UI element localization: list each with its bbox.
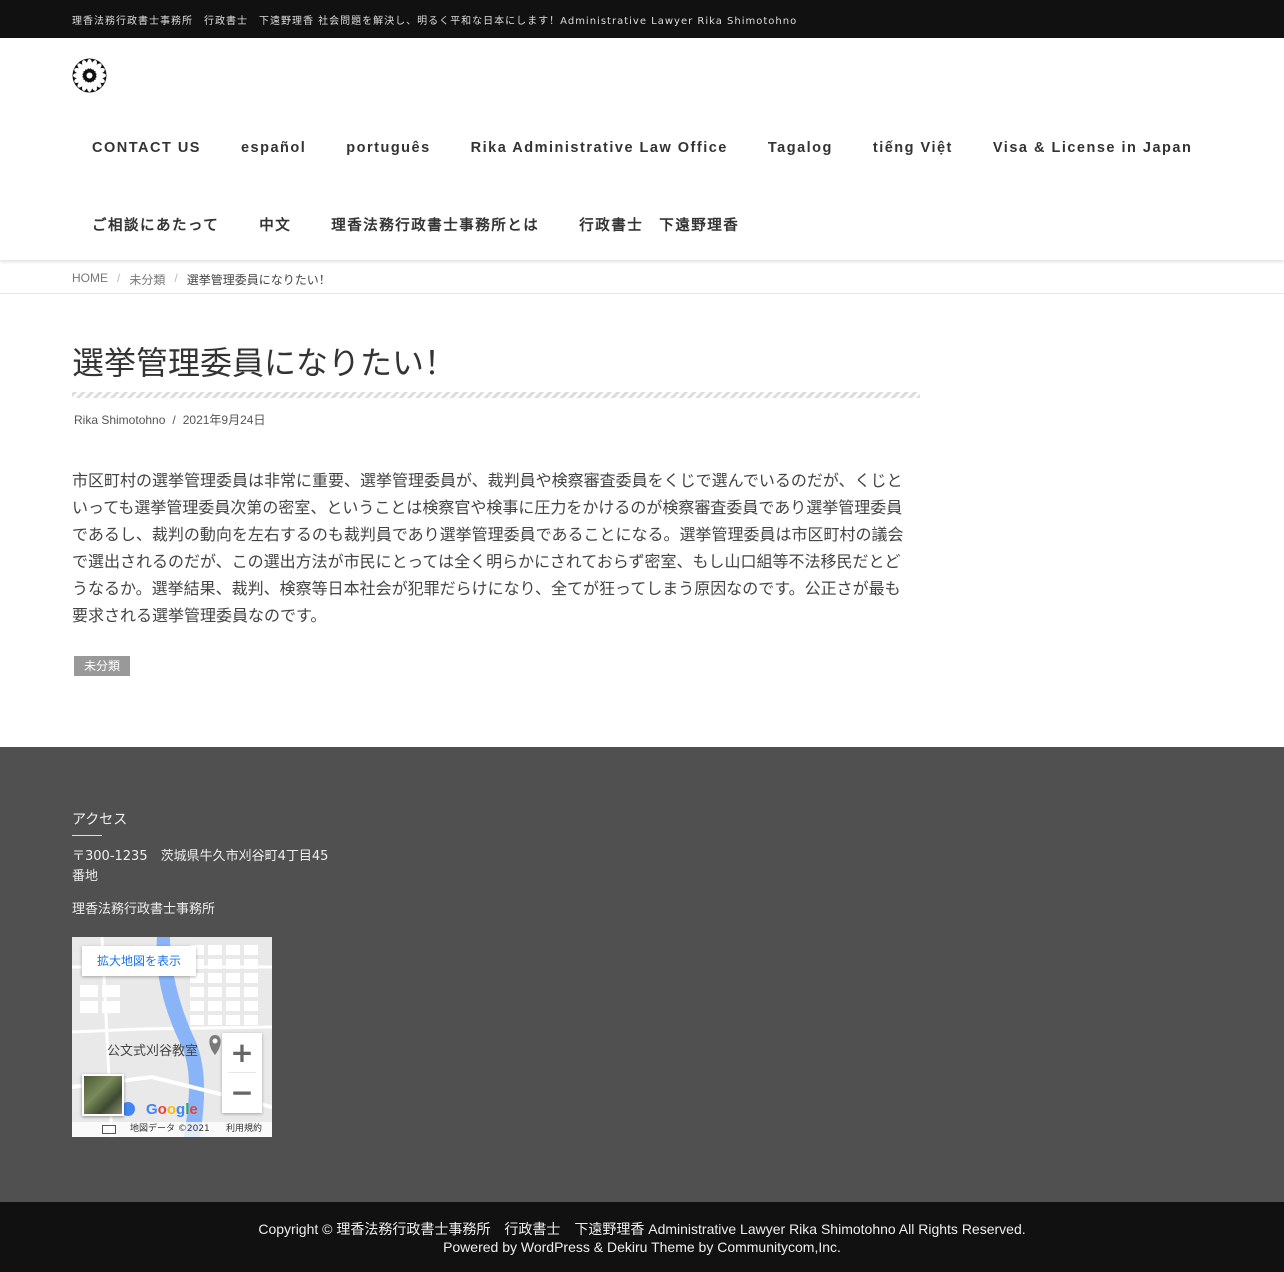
nav-item-tagalog[interactable]: Tagalog xyxy=(748,140,853,156)
nav-item-about-office[interactable]: 理香法務行政書士事務所とは xyxy=(311,214,559,235)
map-data-credit: 地図データ ©2021 xyxy=(130,1124,210,1134)
map-terms-link[interactable]: 利用規約 xyxy=(226,1122,262,1137)
main-nav-row-1: CONTACT US español português Rika Admini… xyxy=(72,140,1212,156)
site-tagline: 理香法務行政書士事務所 行政書士 下遠野理香 社会問題を解決し、明るく平和な日本… xyxy=(72,16,798,27)
breadcrumb-category-link[interactable]: 未分類 xyxy=(129,271,165,288)
nav-item-chinese[interactable]: 中文 xyxy=(239,214,311,235)
powered-by-text: Powered by WordPress & Dekiru Theme by C… xyxy=(443,1239,841,1255)
post-body: 市区町村の選挙管理委員は非常に重要、選挙管理委員が、裁判員や検察審査委員をくじで… xyxy=(72,471,904,625)
nav-item-consultation[interactable]: ご相談にあたって xyxy=(72,214,239,235)
breadcrumb-separator: / xyxy=(117,271,121,285)
map-expand-link[interactable]: 拡大地図を表示 xyxy=(82,946,196,976)
footer-widget-title: アクセス xyxy=(72,812,128,828)
chrysanthemum-crest-icon[interactable] xyxy=(72,58,107,93)
nav-item-rika-office[interactable]: Rika Administrative Law Office xyxy=(451,140,748,156)
footer-address: 〒300-1235 茨城県牛久市刈谷町4丁目45番地 xyxy=(72,849,329,884)
site-footer: アクセス 〒300-1235 茨城県牛久市刈谷町4丁目45番地 理香法務行政書士… xyxy=(0,747,1284,1202)
top-bar: 理香法務行政書士事務所 行政書士 下遠野理香 社会問題を解決し、明るく平和な日本… xyxy=(0,0,1284,38)
map-zoom-control: + − xyxy=(222,1033,262,1113)
nav-item-lawyer-profile[interactable]: 行政書士 下遠野理香 xyxy=(559,214,759,235)
meta-separator: / xyxy=(172,413,176,427)
post-author-link[interactable]: Rika Shimotohno xyxy=(74,413,165,427)
map-attribution-bar: 地図データ ©2021 利用規約 xyxy=(72,1122,272,1137)
site-header: CONTACT US español português Rika Admini… xyxy=(0,38,1284,260)
keyboard-icon[interactable] xyxy=(102,1125,116,1134)
google-logo-letter: G xyxy=(146,1101,158,1118)
breadcrumb-separator: / xyxy=(174,271,178,285)
nav-item-tieng-viet[interactable]: tiếng Việt xyxy=(853,140,973,156)
zoom-out-button[interactable]: − xyxy=(222,1073,262,1113)
satellite-toggle[interactable] xyxy=(82,1074,124,1116)
google-logo-letter: e xyxy=(189,1101,198,1118)
google-logo-letter: o xyxy=(157,1101,167,1118)
google-map[interactable]: 拡大地図を表示 公文式刈谷教室 + − Google 地図データ ©2021 利… xyxy=(72,937,272,1137)
map-place-label: 公文式刈谷教室 xyxy=(107,1044,199,1059)
post-category-tag[interactable]: 未分類 xyxy=(74,656,131,676)
nav-item-visa-license[interactable]: Visa & License in Japan xyxy=(973,140,1212,156)
page-title: 選挙管理委員になりたい！ xyxy=(72,344,457,382)
nav-item-contact-us[interactable]: CONTACT US xyxy=(72,140,221,156)
footer-office-name: 理香法務行政書士事務所 xyxy=(72,902,216,917)
post-meta: Rika Shimotohno / 2021年9月24日 xyxy=(74,411,265,428)
google-logo-letter: g xyxy=(176,1101,186,1118)
google-logo: Google xyxy=(146,1101,198,1118)
main-nav-row-2: ご相談にあたって 中文 理香法務行政書士事務所とは 行政書士 下遠野理香 xyxy=(72,214,759,235)
title-divider xyxy=(72,392,920,398)
breadcrumb-current: 選挙管理委員になりたい！ xyxy=(186,273,331,287)
zoom-in-button[interactable]: + xyxy=(222,1033,262,1073)
copyright-text: Copyright © 理香法務行政書士事務所 行政書士 下遠野理香 Admin… xyxy=(258,1221,1026,1237)
nav-item-portugues[interactable]: português xyxy=(326,140,450,156)
google-logo-letter: o xyxy=(166,1101,177,1118)
breadcrumb-home-link[interactable]: HOME xyxy=(72,271,108,288)
post-date: 2021年9月24日 xyxy=(182,413,266,427)
footer-title-underline xyxy=(72,835,102,836)
nav-item-espanol[interactable]: español xyxy=(221,140,326,156)
breadcrumb: HOME / 未分類 / 選挙管理委員になりたい！ xyxy=(0,260,1284,294)
copyright-bar: Copyright © 理香法務行政書士事務所 行政書士 下遠野理香 Admin… xyxy=(0,1202,1284,1272)
